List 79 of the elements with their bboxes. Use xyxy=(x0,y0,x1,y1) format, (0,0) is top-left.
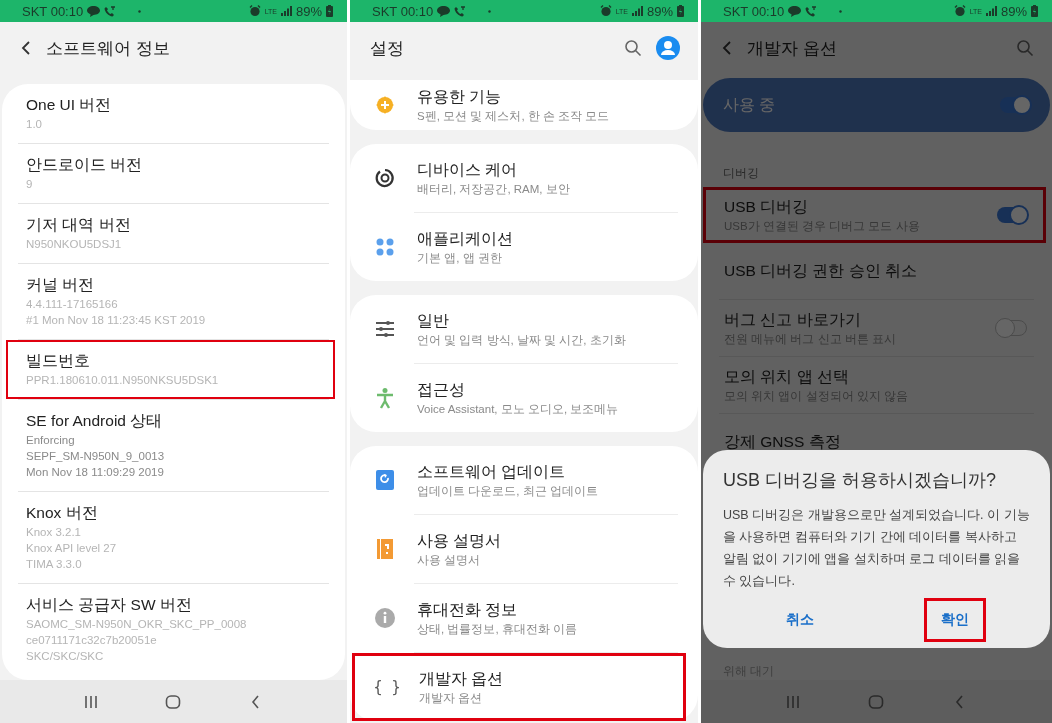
item-value: N950NKOU5DSJ1 xyxy=(26,237,123,252)
info-item[interactable]: 커널 버전 4.4.111-17165166 #1 Mon Nov 18 11:23:45 KST 2019 xyxy=(6,264,335,339)
item-subtitle: 상태, 법률정보, 휴대전화 이름 xyxy=(417,621,577,637)
item-value: #1 Mon Nov 18 11:23:45 KST 2019 xyxy=(26,313,207,328)
item-title: 기저 대역 버전 xyxy=(26,215,132,235)
item-title: 버그 신고 바로가기 xyxy=(724,309,862,330)
item-title: 접근성 xyxy=(417,379,466,400)
item-title: 애플리케이션 xyxy=(417,228,513,249)
item-value: SAOMC_SM-N950N_OKR_SKC_PP_0008 xyxy=(26,617,248,632)
settings-item[interactable]: 애플리케이션 기본 앱, 앱 권한 xyxy=(350,213,698,281)
item-title: 커널 버전 xyxy=(26,275,96,295)
item-subtitle: S펜, 모션 및 제스처, 한 손 조작 모드 xyxy=(417,108,610,124)
settings-item[interactable]: 접근성 Voice Assistant, 모노 오디오, 보조메뉴 xyxy=(350,364,698,432)
switch-label: 사용 중 xyxy=(723,94,777,115)
info-item[interactable]: 빌드번호 PPR1.180610.011.N950NKSU5DSK1 xyxy=(6,340,335,399)
settings-item[interactable]: 사용 설명서 사용 설명서 xyxy=(350,515,698,583)
battery-percent: 89% xyxy=(646,3,673,19)
screen-title: 개발자 옵션 xyxy=(747,37,838,60)
dialog-title: USB 디버깅을 허용하시겠습니까? xyxy=(723,469,998,492)
item-value: Enforcing xyxy=(26,433,76,448)
item-value: SKC/SKC/SKC xyxy=(26,649,105,664)
item-title: 유용한 기능 xyxy=(417,86,503,107)
item-title: One UI 버전 xyxy=(26,95,113,115)
item-value: 9 xyxy=(26,177,34,192)
screen-title: 설정 xyxy=(370,37,405,60)
item-title: 사용 설명서 xyxy=(417,530,502,551)
carrier-time: SKT 00:10 xyxy=(723,3,785,19)
settings-item[interactable]: 일반 언어 및 입력 방식, 날짜 및 시간, 초기화 xyxy=(350,295,698,363)
info-item[interactable]: 서비스 공급자 SW 버전 SAOMC_SM-N950N_OKR_SKC_PP_0008 ce0711171c32c7b20051e SKC/SKC/SKC xyxy=(6,584,335,675)
item-title: 빌드번호 xyxy=(26,351,91,371)
item-value: Mon Nov 18 11:09:29 2019 xyxy=(26,465,165,480)
info-item[interactable]: SE for Android 상태 Enforcing SEPF_SM-N950N_9_0013 Mon Nov 18 11:09:29 2019 xyxy=(6,400,335,491)
braces-icon: { } xyxy=(373,678,401,696)
item-title: USB 디버깅 권한 승인 취소 xyxy=(724,260,919,281)
dialog-button[interactable]: 확인 xyxy=(923,598,986,642)
carrier-time: SKT 00:10 xyxy=(22,3,84,19)
carrier-time: SKT 00:10 xyxy=(372,3,434,19)
item-subtitle: 기본 앱, 앱 권한 xyxy=(417,250,503,266)
item-subtitle: 배터리, 저장공간, RAM, 보안 xyxy=(417,181,570,197)
settings-item[interactable]: 유용한 기능 S펜, 모션 및 제스처, 한 손 조작 모드 xyxy=(350,80,698,130)
info-item[interactable]: 기저 대역 버전 N950NKOU5DSJ1 xyxy=(6,204,335,263)
item-value: PPR1.180610.011.N950NKSU5DSK1 xyxy=(26,373,220,388)
section-label: 디버깅 xyxy=(722,166,760,181)
info-item[interactable]: Knox 버전 Knox 3.2.1 Knox API level 27 TIMA 3.3.0 xyxy=(6,492,335,583)
settings-item[interactable]: 디바이스 케어 배터리, 저장공간, RAM, 보안 xyxy=(350,144,698,212)
item-subtitle: 언어 및 입력 방식, 날짜 및 시간, 초기화 xyxy=(417,332,626,348)
item-title: SE for Android 상태 xyxy=(26,411,164,431)
battery-percent: 89% xyxy=(295,3,322,19)
info-item[interactable]: One UI 버전 1.0 xyxy=(6,84,335,143)
item-subtitle: Voice Assistant, 모노 오디오, 보조메뉴 xyxy=(417,401,619,417)
settings-item[interactable]: 소프트웨어 업데이트 업데이트 다운로드, 최근 업데이트 xyxy=(350,446,698,514)
item-subtitle: 사용 설명서 xyxy=(417,552,482,568)
item-value: ce0711171c32c7b20051e xyxy=(26,633,158,648)
info-item[interactable]: 안드로이드 버전 9 xyxy=(6,144,335,203)
item-title: 강제 GNSS 측정 xyxy=(724,431,842,452)
item-value: TIMA 3.3.0 xyxy=(26,557,83,572)
settings-item[interactable]: 휴대전화 정보 상태, 법률정보, 휴대전화 이름 xyxy=(350,584,698,652)
item-value: Knox API level 27 xyxy=(26,541,118,556)
item-title: 일반 xyxy=(417,310,450,331)
item-title: USB 디버깅 xyxy=(724,196,810,217)
item-value: SEPF_SM-N950N_9_0013 xyxy=(26,449,166,464)
item-title: 휴대전화 정보 xyxy=(417,599,519,620)
item-subtitle: 업데이트 다운로드, 최근 업데이트 xyxy=(417,483,598,499)
item-title: 디바이스 케어 xyxy=(417,159,519,180)
item-title: 소프트웨어 업데이트 xyxy=(417,461,567,482)
battery-percent: 89% xyxy=(1000,3,1027,19)
item-title: 서비스 공급자 SW 버전 xyxy=(26,595,193,615)
dialog-button[interactable]: 취소 xyxy=(769,598,832,642)
item-value: Knox 3.2.1 xyxy=(26,525,82,540)
item-title: Knox 버전 xyxy=(26,503,99,523)
screen-title: 소프트웨어 정보 xyxy=(46,37,171,60)
item-title: 안드로이드 버전 xyxy=(26,155,144,175)
item-subtitle: 개발자 옵션 xyxy=(419,690,484,706)
dialog-message: USB 디버깅은 개발용으로만 설계되었습니다. 이 기능을 사용하면 컴퓨터와 기기 간에 데이터를 복사하고 알림 없이 기기에 앱을 설치하며 로그 데이터를 읽을 수 있습니다. xyxy=(723,507,1031,590)
item-title: 개발자 옵션 xyxy=(419,668,504,689)
item-value: 4.4.111-17165166 xyxy=(26,297,119,312)
settings-item[interactable]: { } 개발자 옵션 개발자 옵션 xyxy=(352,653,686,721)
item-value: 1.0 xyxy=(26,117,43,132)
item-title: 모의 위치 앱 선택 xyxy=(724,366,850,387)
